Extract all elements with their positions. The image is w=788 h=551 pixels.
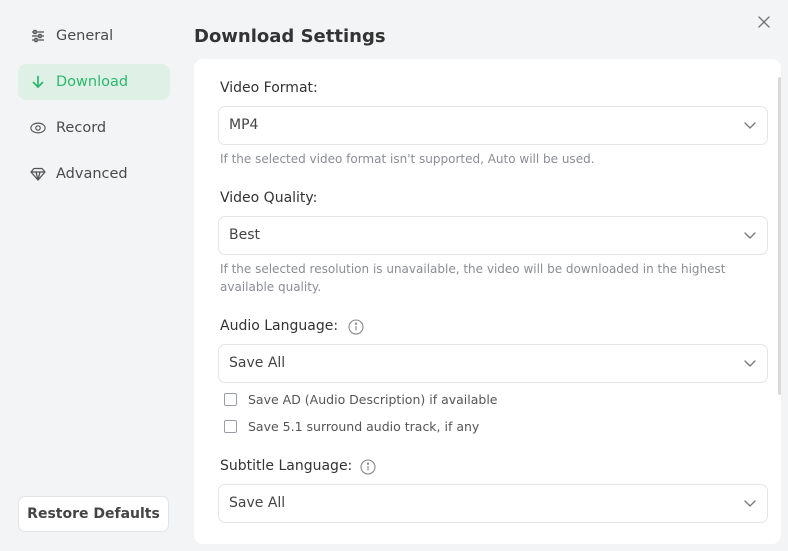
diamond-icon xyxy=(30,166,46,182)
sidebar-item-label: General xyxy=(56,28,114,44)
sidebar-item-advanced[interactable]: Advanced xyxy=(18,156,170,192)
checkbox-box[interactable] xyxy=(224,392,237,406)
subtitle-language-select[interactable]: Save All xyxy=(218,484,768,523)
video-format-select[interactable]: MP4 xyxy=(218,106,768,145)
video-quality-value: Best xyxy=(229,227,261,243)
close-button[interactable] xyxy=(755,13,773,31)
sidebar-item-label: Record xyxy=(56,120,107,136)
sidebar-item-label: Download xyxy=(56,74,129,90)
video-quality-label: Video Quality: xyxy=(220,190,318,206)
page-title: Download Settings xyxy=(194,26,386,47)
chevron-down-icon xyxy=(744,122,756,129)
restore-defaults-button[interactable]: Restore Defaults xyxy=(18,496,169,532)
save-surround-label: Save 5.1 surround audio track, if any xyxy=(248,418,480,434)
save-ad-checkbox[interactable]: Save AD (Audio Description) if available xyxy=(224,391,498,407)
video-quality-hint: If the selected resolution is unavailabl… xyxy=(220,262,726,294)
audio-language-value: Save All xyxy=(229,355,286,371)
arrow-down-icon xyxy=(30,74,46,90)
video-format-hint: If the selected video format isn't suppo… xyxy=(220,152,595,166)
chevron-down-icon xyxy=(744,232,756,239)
sidebar-item-label: Advanced xyxy=(56,166,128,182)
chevron-down-icon xyxy=(744,500,756,507)
info-icon[interactable] xyxy=(348,319,364,335)
sidebar-item-record[interactable]: Record xyxy=(18,110,170,146)
sliders-icon xyxy=(30,28,46,44)
close-icon xyxy=(758,16,770,28)
video-quality-select[interactable]: Best xyxy=(218,216,768,255)
save-surround-checkbox[interactable]: Save 5.1 surround audio track, if any xyxy=(224,418,479,434)
checkbox-box[interactable] xyxy=(224,419,237,433)
eye-icon xyxy=(30,120,46,136)
sidebar-item-general[interactable]: General xyxy=(18,18,170,54)
audio-language-select[interactable]: Save All xyxy=(218,344,768,383)
video-format-value: MP4 xyxy=(229,117,259,133)
sidebar: General Download Record Advanced Restore… xyxy=(0,0,188,551)
info-icon[interactable] xyxy=(360,459,376,475)
save-ad-label: Save AD (Audio Description) if available xyxy=(248,391,498,407)
video-format-label: Video Format: xyxy=(220,80,318,96)
sidebar-item-download[interactable]: Download xyxy=(18,64,170,100)
subtitle-language-label: Subtitle Language: xyxy=(220,458,353,474)
chevron-down-icon xyxy=(744,360,756,367)
settings-panel: Video Format: MP4 If the selected video … xyxy=(194,59,781,544)
subtitle-language-value: Save All xyxy=(229,495,286,511)
audio-language-label: Audio Language: xyxy=(220,318,339,334)
scrollbar[interactable] xyxy=(778,77,781,395)
